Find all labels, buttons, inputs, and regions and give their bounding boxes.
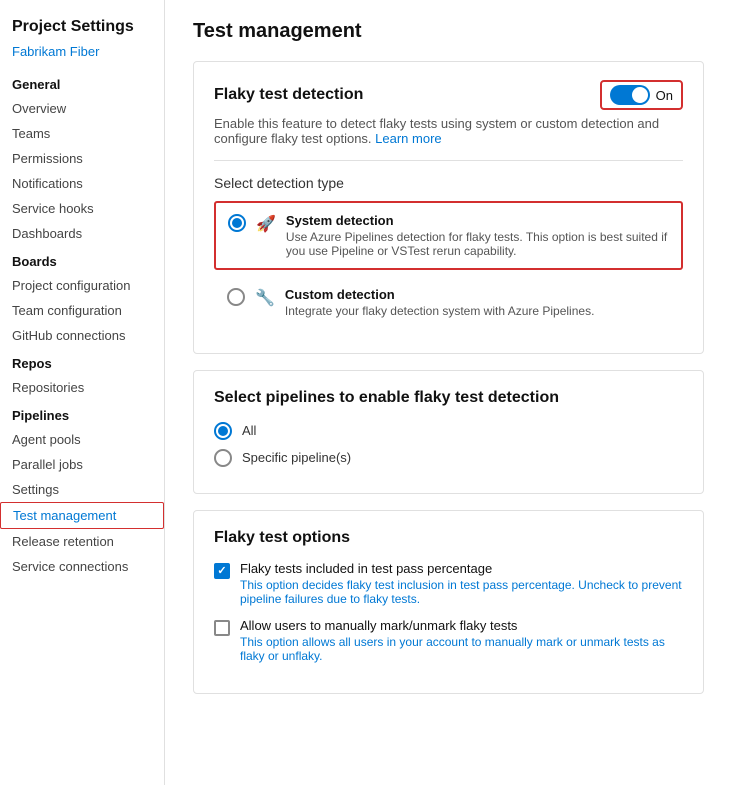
flaky-options-card: Flaky test options ✓ Flaky tests include… bbox=[193, 510, 704, 694]
specific-pipelines-radio[interactable] bbox=[214, 449, 232, 467]
include-percentage-desc: This option decides flaky test inclusion… bbox=[240, 578, 683, 606]
sidebar-section-general: General bbox=[0, 69, 164, 96]
sidebar-item-test-management[interactable]: Test management bbox=[0, 502, 164, 529]
system-detection-label: System detection bbox=[286, 213, 669, 228]
detection-type-label: Select detection type bbox=[214, 175, 683, 191]
sidebar-item-overview[interactable]: Overview bbox=[0, 96, 164, 121]
sidebar-item-release-retention[interactable]: Release retention bbox=[0, 529, 164, 554]
allow-manual-desc: This option allows all users in your acc… bbox=[240, 635, 683, 663]
toggle-label: On bbox=[656, 88, 673, 103]
sidebar-item-settings[interactable]: Settings bbox=[0, 477, 164, 502]
custom-icon: 🔧 bbox=[255, 288, 275, 308]
include-percentage-text: Flaky tests included in test pass percen… bbox=[240, 561, 683, 606]
all-pipelines-radio[interactable] bbox=[214, 422, 232, 440]
sidebar-section-boards: Boards bbox=[0, 246, 164, 273]
system-icon: 🚀 bbox=[256, 214, 276, 234]
flaky-toggle[interactable] bbox=[610, 85, 650, 105]
specific-pipelines-label: Specific pipeline(s) bbox=[242, 450, 351, 465]
include-percentage-checkbox[interactable]: ✓ bbox=[214, 563, 230, 579]
custom-detection-text: Custom detection Integrate your flaky de… bbox=[285, 287, 595, 318]
custom-detection-option[interactable]: 🔧 Custom detection Integrate your flaky … bbox=[214, 276, 683, 329]
card-header-row: Flaky test detection On bbox=[214, 80, 683, 110]
sidebar-item-agent-pools[interactable]: Agent pools bbox=[0, 427, 164, 452]
sidebar-item-team-configuration[interactable]: Team configuration bbox=[0, 298, 164, 323]
pipelines-title: Select pipelines to enable flaky test de… bbox=[214, 389, 683, 407]
sidebar-item-permissions[interactable]: Permissions bbox=[0, 146, 164, 171]
learn-more-link[interactable]: Learn more bbox=[375, 131, 441, 146]
flaky-detection-title: Flaky test detection bbox=[214, 86, 363, 104]
divider bbox=[214, 160, 683, 161]
sidebar-subtitle[interactable]: Fabrikam Fiber bbox=[0, 42, 164, 69]
pipelines-card: Select pipelines to enable flaky test de… bbox=[193, 370, 704, 494]
toggle-thumb bbox=[632, 87, 648, 103]
sidebar-item-service-hooks[interactable]: Service hooks bbox=[0, 196, 164, 221]
sidebar-item-repositories[interactable]: Repositories bbox=[0, 375, 164, 400]
allow-manual-text: Allow users to manually mark/unmark flak… bbox=[240, 618, 683, 663]
sidebar-section-repos: Repos bbox=[0, 348, 164, 375]
flaky-detection-card: Flaky test detection On Enable this feat… bbox=[193, 61, 704, 354]
include-percentage-label: Flaky tests included in test pass percen… bbox=[240, 561, 683, 576]
flaky-options-title: Flaky test options bbox=[214, 529, 683, 547]
all-pipelines-row[interactable]: All bbox=[214, 421, 683, 440]
sidebar-item-notifications[interactable]: Notifications bbox=[0, 171, 164, 196]
allow-manual-row: Allow users to manually mark/unmark flak… bbox=[214, 618, 683, 663]
include-percentage-row: ✓ Flaky tests included in test pass perc… bbox=[214, 561, 683, 606]
specific-pipelines-row[interactable]: Specific pipeline(s) bbox=[214, 448, 683, 467]
system-detection-radio[interactable] bbox=[228, 214, 246, 232]
system-detection-option[interactable]: 🚀 System detection Use Azure Pipelines d… bbox=[214, 201, 683, 270]
sidebar-item-dashboards[interactable]: Dashboards bbox=[0, 221, 164, 246]
sidebar-item-service-connections[interactable]: Service connections bbox=[0, 554, 164, 579]
sidebar-item-parallel-jobs[interactable]: Parallel jobs bbox=[0, 452, 164, 477]
sidebar-section-pipelines: Pipelines bbox=[0, 400, 164, 427]
main-content: Test management Flaky test detection On … bbox=[165, 0, 732, 785]
all-pipelines-label: All bbox=[242, 423, 256, 438]
allow-manual-label: Allow users to manually mark/unmark flak… bbox=[240, 618, 683, 633]
allow-manual-checkbox[interactable] bbox=[214, 620, 230, 636]
sidebar-item-project-configuration[interactable]: Project configuration bbox=[0, 273, 164, 298]
sidebar-nav: GeneralOverviewTeamsPermissionsNotificat… bbox=[0, 69, 164, 579]
sidebar: Project Settings Fabrikam Fiber GeneralO… bbox=[0, 0, 165, 785]
flaky-detection-desc: Enable this feature to detect flaky test… bbox=[214, 116, 683, 146]
custom-detection-radio[interactable] bbox=[227, 288, 245, 306]
checkmark-icon: ✓ bbox=[217, 566, 226, 577]
custom-detection-desc: Integrate your flaky detection system wi… bbox=[285, 304, 595, 318]
sidebar-title: Project Settings bbox=[0, 10, 164, 42]
system-detection-desc: Use Azure Pipelines detection for flaky … bbox=[286, 230, 669, 258]
sidebar-item-teams[interactable]: Teams bbox=[0, 121, 164, 146]
toggle-container[interactable]: On bbox=[600, 80, 683, 110]
page-title: Test management bbox=[193, 20, 704, 43]
system-detection-text: System detection Use Azure Pipelines det… bbox=[286, 213, 669, 258]
custom-detection-label: Custom detection bbox=[285, 287, 595, 302]
sidebar-item-github-connections[interactable]: GitHub connections bbox=[0, 323, 164, 348]
